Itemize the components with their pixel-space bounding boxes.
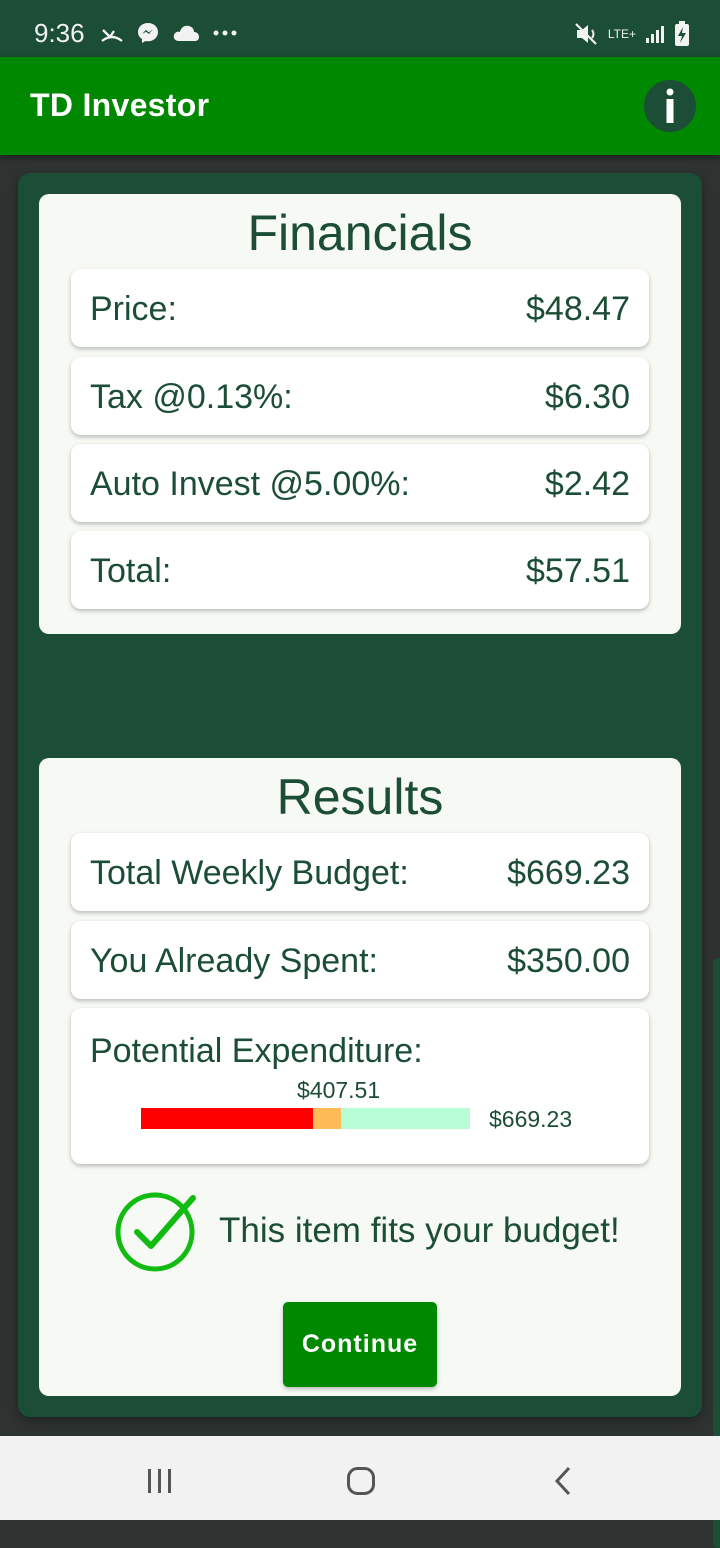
back-icon[interactable] <box>552 1466 574 1496</box>
potential-expenditure-label: Potential Expenditure: <box>90 1032 423 1070</box>
bar-segment-spent <box>141 1108 314 1129</box>
already-spent-label: You Already Spent: <box>90 942 378 980</box>
total-value: $57.51 <box>526 552 630 590</box>
app-title: TD Investor <box>30 87 210 123</box>
weekly-budget-row: Total Weekly Budget: $669.23 <box>71 833 649 911</box>
financials-card: Financials Price: $48.47 Tax @0.13%: $6.… <box>39 194 681 634</box>
auto-invest-row: Auto Invest @5.00%: $2.42 <box>71 444 649 522</box>
navigation-bar <box>0 1436 720 1520</box>
more-dots-icon <box>213 30 237 36</box>
bar-segment-remaining <box>341 1108 470 1129</box>
potential-expenditure-box: Potential Expenditure: $407.51 $669.23 <box>71 1008 649 1164</box>
app-bar: TD Investor <box>0 57 720 155</box>
messenger-icon <box>138 23 158 43</box>
tax-value: $6.30 <box>544 378 630 416</box>
recents-icon[interactable] <box>146 1468 174 1494</box>
status-bar: 9:36 LTE+ <box>0 0 720 57</box>
tax-label: Tax @0.13%: <box>90 378 293 416</box>
system-icons: LTE+ <box>574 20 690 48</box>
price-row: Price: $48.47 <box>71 269 649 347</box>
bar-segment-item <box>313 1108 342 1129</box>
financials-title: Financials <box>247 205 473 261</box>
total-label: Total: <box>90 552 172 590</box>
weekly-budget-label: Total Weekly Budget: <box>90 854 409 892</box>
status-time: 9:36 <box>34 18 85 48</box>
budget-bar <box>141 1108 470 1129</box>
price-value: $48.47 <box>526 290 630 328</box>
info-icon <box>666 88 674 123</box>
fit-message: This item fits your budget! <box>219 1211 620 1250</box>
missed-call-icon <box>101 29 123 42</box>
auto-invest-value: $2.42 <box>544 465 630 503</box>
cloud-icon <box>173 25 199 41</box>
home-icon[interactable] <box>346 1466 376 1496</box>
battery-charging-icon <box>675 21 689 46</box>
total-row: Total: $57.51 <box>71 531 649 609</box>
mute-icon <box>575 23 597 45</box>
signal-icon <box>646 26 664 43</box>
notification-icons <box>100 20 238 46</box>
auto-invest-label: Auto Invest @5.00%: <box>90 465 410 503</box>
check-circle-icon <box>115 1192 196 1272</box>
bar-max-label: $669.23 <box>489 1106 573 1132</box>
network-label: LTE+ <box>607 27 636 41</box>
weekly-budget-value: $669.23 <box>507 854 630 892</box>
price-label: Price: <box>90 290 177 328</box>
continue-button[interactable]: Continue <box>283 1302 437 1387</box>
already-spent-row: You Already Spent: $350.00 <box>71 921 649 999</box>
results-title: Results <box>276 769 444 825</box>
info-button[interactable] <box>644 80 696 132</box>
results-card: Results Total Weekly Budget: $669.23 You… <box>39 758 681 1396</box>
already-spent-value: $350.00 <box>507 942 630 980</box>
tax-row: Tax @0.13%: $6.30 <box>71 357 649 435</box>
bar-value-label: $407.51 <box>297 1077 381 1103</box>
